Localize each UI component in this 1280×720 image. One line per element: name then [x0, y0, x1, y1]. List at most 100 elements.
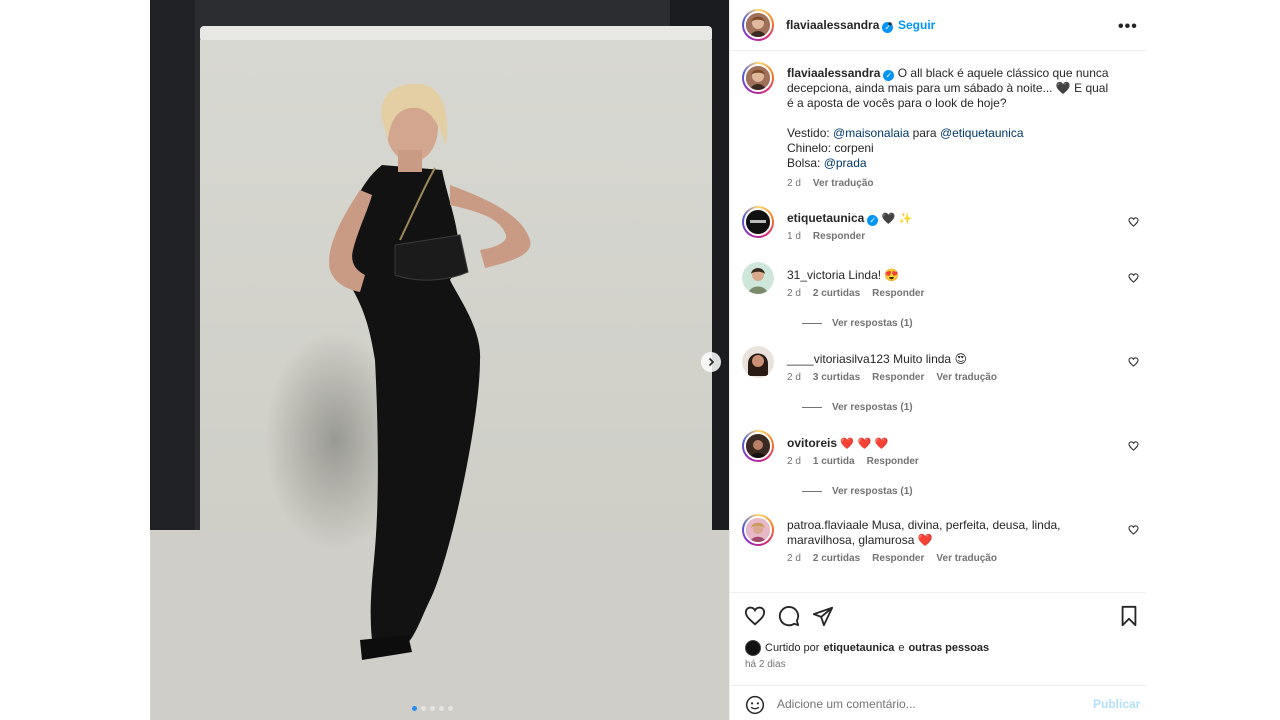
para-text: para [909, 126, 940, 140]
bag-label: Bolsa: [787, 156, 824, 170]
heart-icon[interactable] [1128, 357, 1139, 367]
comment-time: 2 d [787, 288, 801, 299]
comment-username[interactable]: etiquetaunica [787, 211, 864, 225]
comment-username[interactable]: patroa.flaviaale [787, 518, 868, 532]
comment-likes[interactable]: 3 curtidas [813, 372, 860, 383]
comments-list[interactable]: flaviaalessandra ✓ O all black é aquele c… [730, 52, 1146, 592]
author-username[interactable]: flaviaalessandra ✓ [786, 18, 894, 33]
comment-likes[interactable]: 1 curtida [813, 456, 855, 467]
publish-button[interactable]: Publicar [1093, 697, 1140, 711]
mention-prada[interactable]: @prada [824, 156, 867, 170]
verified-icon: ✓ [883, 70, 895, 81]
author-avatar[interactable] [742, 9, 774, 41]
verified-icon: ✓ [867, 215, 879, 226]
reply-button[interactable]: Responder [872, 288, 924, 299]
liked-by-prefix: Curtido por [765, 642, 820, 654]
comment-meta: 2 d 2 curtidas Responder Ver tradução [787, 553, 997, 564]
comment-likes[interactable]: 2 curtidas [813, 288, 860, 299]
liked-by: Curtido por etiquetaunica e outras pesso… [745, 640, 989, 656]
comment-likes[interactable]: 2 curtidas [813, 553, 860, 564]
caption-translate[interactable]: Ver tradução [813, 178, 874, 189]
replies-line [802, 323, 822, 324]
slipper-line: Chinelo: corpeni [787, 141, 874, 155]
mention-maisonalaia[interactable]: @maisonalaia [833, 126, 909, 140]
caption-avatar[interactable] [742, 62, 774, 94]
carousel-next-button[interactable] [701, 352, 721, 372]
view-replies-button[interactable]: Ver respostas (1) [802, 486, 913, 497]
comment-avatar[interactable] [742, 514, 774, 546]
instagram-post-viewer: flaviaalessandra ✓ • Seguir ••• flaviaale… [0, 0, 1280, 720]
caption-text: flaviaalessandra ✓ O all black é aquele c… [787, 66, 1117, 171]
replies-line [802, 407, 822, 408]
view-replies-label: Ver respostas (1) [832, 486, 913, 497]
post-photo [150, 0, 729, 720]
comment-avatar[interactable] [742, 430, 774, 462]
comment-meta: 1 d Responder [787, 231, 865, 242]
translate-button[interactable]: Ver tradução [936, 553, 997, 564]
comment-body: ❤️ ❤️ ❤️ [840, 437, 889, 450]
view-replies-label: Ver respostas (1) [832, 318, 913, 329]
comment-time: 1 d [787, 231, 801, 242]
emoji-icon[interactable] [745, 695, 765, 715]
liked-by-user[interactable]: etiquetaunica [823, 642, 894, 654]
comment-item: patroa.flaviaale Musa, divina, perfeita,… [742, 514, 1139, 584]
caption-meta: 2 d Ver tradução [787, 178, 874, 189]
carousel-dot [430, 706, 435, 711]
post-side-panel: flaviaalessandra ✓ • Seguir ••• flaviaale… [729, 0, 1146, 720]
post-timestamp[interactable]: há 2 dias [745, 659, 786, 670]
caption-username[interactable]: flaviaalessandra [787, 66, 880, 80]
caption: flaviaalessandra ✓ O all black é aquele c… [742, 62, 1132, 192]
carousel-dot [412, 706, 417, 711]
reply-button[interactable]: Responder [872, 553, 924, 564]
carousel-dot [421, 706, 426, 711]
liked-by-avatar [745, 640, 761, 656]
translate-button[interactable]: Ver tradução [936, 372, 997, 383]
reply-button[interactable]: Responder [867, 456, 919, 467]
comment-meta: 2 d 3 curtidas Responder Ver tradução [787, 372, 997, 383]
more-icon[interactable]: ••• [1118, 18, 1138, 36]
heart-icon[interactable] [744, 605, 766, 627]
comment-time: 2 d [787, 553, 801, 564]
comment-text: ____vitoriasilva123 Muito linda 😍 [787, 352, 1107, 367]
comment-body: Muito linda 😍 [893, 352, 967, 366]
comment-username[interactable]: ____vitoriasilva123 [787, 352, 890, 366]
comment-time: 2 d [787, 372, 801, 383]
comment-username[interactable]: ovitoreis [787, 436, 837, 450]
comment-text: patroa.flaviaale Musa, divina, perfeita,… [787, 518, 1087, 548]
dress-label: Vestido: [787, 126, 834, 140]
carousel-dot [439, 706, 444, 711]
bookmark-icon[interactable] [1118, 605, 1140, 627]
comment-icon[interactable] [778, 605, 800, 627]
carousel-dots [412, 706, 453, 711]
reply-button[interactable]: Responder [813, 231, 865, 242]
replies-line [802, 491, 822, 492]
heart-icon[interactable] [1128, 217, 1139, 227]
comment-text: 31_victoria Linda! 😍 [787, 268, 1107, 283]
view-replies-button[interactable]: Ver respostas (1) [802, 402, 913, 413]
liked-by-others[interactable]: outras pessoas [908, 642, 989, 654]
comment-avatar[interactable] [742, 262, 774, 294]
chevron-right-icon [708, 357, 715, 367]
heart-icon[interactable] [1128, 525, 1139, 535]
carousel-dot [448, 706, 453, 711]
post-actions: Curtido por etiquetaunica e outras pesso… [730, 592, 1146, 672]
comment-item: 31_victoria Linda! 😍 2 d 2 curtidas Resp… [742, 262, 1139, 342]
follow-button[interactable]: Seguir [898, 18, 935, 32]
share-icon[interactable] [812, 605, 834, 627]
mention-etiquetaunica[interactable]: @etiquetaunica [940, 126, 1024, 140]
add-comment-bar: Publicar [730, 685, 1146, 720]
view-replies-button[interactable]: Ver respostas (1) [802, 318, 913, 329]
comment-avatar[interactable] [742, 346, 774, 378]
header-separator: • [888, 17, 893, 31]
comment-avatar[interactable] [742, 206, 774, 238]
liked-by-conj: e [898, 642, 905, 654]
heart-icon[interactable] [1128, 273, 1139, 283]
reply-button[interactable]: Responder [872, 372, 924, 383]
heart-icon[interactable] [1128, 441, 1139, 451]
comment-input[interactable] [777, 695, 1077, 713]
comment-meta: 2 d 1 curtida Responder [787, 456, 919, 467]
comment-text: etiquetaunica ✓ 🖤 ✨ [787, 211, 1107, 226]
comment-body: 🖤 ✨ [881, 212, 913, 225]
post-header: flaviaalessandra ✓ • Seguir ••• [730, 0, 1146, 51]
comment-username[interactable]: 31_victoria [787, 268, 845, 282]
